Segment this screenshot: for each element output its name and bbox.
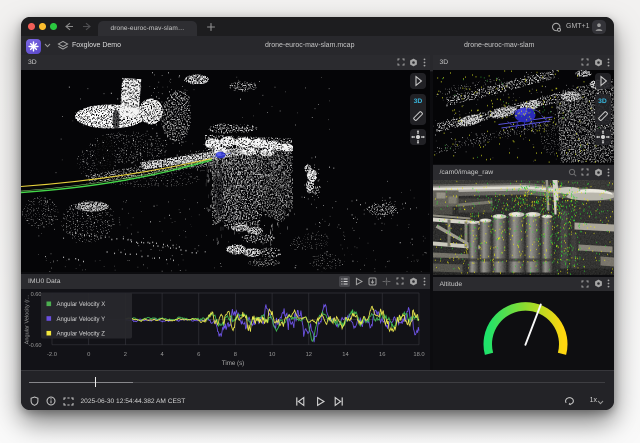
svg-text:0: 0 <box>87 351 90 357</box>
svg-text:8: 8 <box>234 351 237 357</box>
svg-text:-2.0: -2.0 <box>47 351 57 357</box>
svg-text:Angular Velocity Z: Angular Velocity Z <box>57 331 106 337</box>
svg-text:18.0: 18.0 <box>413 351 424 357</box>
svg-text:10: 10 <box>269 351 275 357</box>
svg-text:2: 2 <box>124 351 127 357</box>
svg-text:Time (s): Time (s) <box>222 360 244 367</box>
svg-text:Angular Velocity Y: Angular Velocity Y <box>57 316 106 322</box>
svg-text:14: 14 <box>342 351 349 357</box>
svg-text:Angular Velocity (r...: Angular Velocity (r... <box>25 294 31 344</box>
svg-text:Angular Velocity X: Angular Velocity X <box>57 302 106 308</box>
svg-text:4: 4 <box>160 351 164 357</box>
svg-text:0.60: 0.60 <box>31 291 42 297</box>
svg-text:16: 16 <box>379 351 385 357</box>
svg-text:6: 6 <box>197 351 200 357</box>
svg-text:-0.60: -0.60 <box>29 342 42 348</box>
svg-text:12: 12 <box>306 351 312 357</box>
